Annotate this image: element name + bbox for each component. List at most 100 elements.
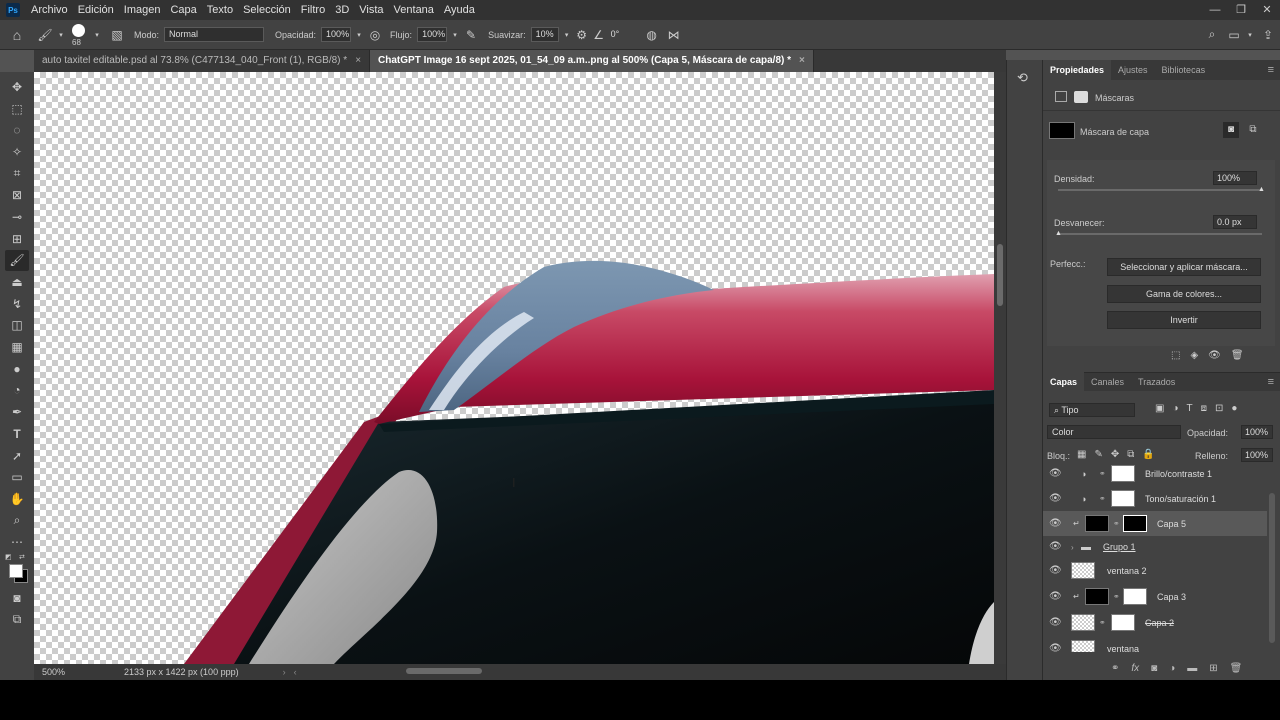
- layer-grupo-1[interactable]: 👁 › ▬ Grupo 1: [1043, 536, 1267, 558]
- density-slider[interactable]: ▲: [1058, 186, 1265, 193]
- workspace-icon[interactable]: ▭: [1224, 28, 1244, 42]
- vector-mask-icon[interactable]: ⧉: [1245, 122, 1261, 138]
- blend-mode-select[interactable]: Color: [1047, 425, 1181, 439]
- link-icon[interactable]: ⚭: [1113, 519, 1120, 528]
- angle-input[interactable]: 0°: [605, 27, 628, 42]
- home-icon[interactable]: ⌂: [0, 27, 34, 43]
- feather-slider[interactable]: ▲: [1055, 230, 1262, 237]
- visibility-eye-icon[interactable]: 👁: [1049, 617, 1062, 629]
- disable-mask-icon[interactable]: 👁: [1208, 350, 1221, 361]
- filter-pixel-icon[interactable]: ▣: [1155, 403, 1164, 414]
- pixel-mask-icon[interactable]: [1055, 91, 1067, 102]
- tab-bibliotecas[interactable]: Bibliotecas: [1155, 60, 1213, 80]
- photoshop-logo-icon[interactable]: Ps: [6, 3, 20, 17]
- visibility-eye-icon[interactable]: 👁: [1049, 565, 1062, 577]
- status-arrow-icon[interactable]: ›: [283, 667, 286, 677]
- chevron-down-icon[interactable]: ▾: [562, 31, 572, 39]
- tab-capas[interactable]: Capas: [1043, 372, 1085, 392]
- fill-input[interactable]: 100%: [1241, 448, 1273, 462]
- lock-all-icon[interactable]: 🔒: [1142, 449, 1154, 460]
- menu-filtro[interactable]: Filtro: [296, 0, 330, 20]
- blur-tool-icon[interactable]: ●: [5, 358, 29, 380]
- pressure-opacity-icon[interactable]: ◎: [364, 28, 386, 42]
- select-mask-icon[interactable]: ◙: [1223, 122, 1239, 138]
- screen-mode-icon[interactable]: ⧉: [5, 609, 29, 631]
- smoothing-gear-icon[interactable]: ⚙: [572, 28, 592, 42]
- visibility-eye-icon[interactable]: 👁: [1049, 643, 1062, 653]
- visibility-eye-icon[interactable]: 👁: [1049, 591, 1062, 603]
- select-and-mask-button[interactable]: Seleccionar y aplicar máscara...: [1107, 258, 1261, 276]
- link-layers-icon[interactable]: ⚭: [1111, 663, 1119, 674]
- chevron-right-icon[interactable]: ›: [1071, 543, 1074, 552]
- brush-preset-picker[interactable]: 68: [66, 20, 92, 50]
- layer-capa-2[interactable]: 👁 ⚭ Capa 2: [1043, 610, 1267, 635]
- link-icon[interactable]: ⚭: [1099, 494, 1106, 503]
- type-tool-icon[interactable]: T: [5, 423, 29, 445]
- brush-tool-icon[interactable]: 🖌: [34, 28, 56, 42]
- zoom-tool-icon[interactable]: ⌕: [5, 510, 29, 532]
- flow-input[interactable]: 100%: [417, 27, 448, 42]
- tab-canales[interactable]: Canales: [1084, 372, 1131, 392]
- new-layer-icon[interactable]: ⊞: [1209, 663, 1217, 674]
- move-tool-icon[interactable]: ✥: [5, 76, 29, 98]
- tab-propiedades[interactable]: Propiedades: [1043, 60, 1112, 80]
- feather-input[interactable]: 0.0 px: [1213, 215, 1257, 229]
- stamp-tool-icon[interactable]: ⏏: [5, 271, 29, 293]
- lasso-tool-icon[interactable]: ◌: [5, 119, 29, 141]
- eraser-tool-icon[interactable]: ◫: [5, 315, 29, 337]
- menu-edicion[interactable]: Edición: [73, 0, 119, 20]
- new-adjustment-icon[interactable]: ◑: [1169, 663, 1175, 674]
- zoom-level[interactable]: 500%: [42, 667, 92, 677]
- horizontal-scroll-thumb[interactable]: [406, 668, 482, 674]
- fx-icon[interactable]: fx: [1131, 663, 1139, 674]
- layer-brillo-contraste[interactable]: 👁 ◑ ⚭ Brillo/contraste 1: [1043, 462, 1267, 486]
- layer-opacity-input[interactable]: 100%: [1241, 425, 1273, 439]
- tab-chatgpt-image[interactable]: ChatGPT Image 16 sept 2025, 01_54_09 a.m…: [370, 50, 814, 72]
- chevron-down-icon[interactable]: ▾: [92, 31, 102, 39]
- layer-ventana[interactable]: 👁 ventana: [1043, 636, 1267, 652]
- slider-handle-icon[interactable]: ▲: [1258, 186, 1265, 193]
- chevron-down-icon[interactable]: ▾: [56, 31, 66, 39]
- menu-ventana[interactable]: Ventana: [389, 0, 439, 20]
- add-mask-icon[interactable]: ◙: [1151, 663, 1157, 674]
- brush-settings-icon[interactable]: ▧: [106, 28, 128, 42]
- chevron-down-icon[interactable]: ▾: [354, 31, 364, 39]
- lock-pixels-icon[interactable]: ✎: [1094, 449, 1102, 460]
- link-icon[interactable]: ⚭: [1099, 618, 1106, 627]
- symmetry-icon[interactable]: ⋈: [663, 28, 685, 42]
- color-range-button[interactable]: Gama de colores...: [1107, 285, 1261, 303]
- menu-3d[interactable]: 3D: [330, 0, 354, 20]
- document-info[interactable]: 2133 px x 1422 px (100 ppp): [124, 667, 239, 677]
- smooth-input[interactable]: 10%: [530, 27, 559, 42]
- tab-trazados[interactable]: Trazados: [1131, 372, 1182, 392]
- visibility-eye-icon[interactable]: 👁: [1049, 518, 1062, 530]
- maximize-icon[interactable]: ❐: [1228, 0, 1254, 20]
- canvas[interactable]: I: [34, 72, 994, 664]
- layer-capa-5[interactable]: 👁 ↵ ⚭ Capa 5: [1043, 511, 1267, 536]
- path-selection-tool-icon[interactable]: ➚: [5, 445, 29, 467]
- new-group-icon[interactable]: ▬: [1187, 663, 1197, 674]
- density-input[interactable]: 100%: [1213, 171, 1257, 185]
- rectangle-tool-icon[interactable]: ▭: [5, 466, 29, 488]
- load-selection-icon[interactable]: ⬚: [1171, 350, 1180, 361]
- menu-texto[interactable]: Texto: [202, 0, 238, 20]
- invert-button[interactable]: Invertir: [1107, 311, 1261, 329]
- more-tools-icon[interactable]: ⋯: [5, 531, 29, 553]
- scroll-thumb[interactable]: [997, 244, 1003, 306]
- share-icon[interactable]: ⇪: [1256, 28, 1280, 42]
- close-icon[interactable]: ✕: [1254, 0, 1280, 20]
- menu-ayuda[interactable]: Ayuda: [439, 0, 480, 20]
- layer-capa-3[interactable]: 👁 ↵ ⚭ Capa 3: [1043, 584, 1267, 609]
- layer-mask-icon[interactable]: [1074, 91, 1088, 103]
- menu-archivo[interactable]: Archivo: [26, 0, 73, 20]
- search-icon[interactable]: ⌕: [1200, 27, 1224, 42]
- minimize-icon[interactable]: —: [1202, 0, 1228, 20]
- hand-tool-icon[interactable]: ✋: [5, 488, 29, 510]
- gradient-tool-icon[interactable]: ▦: [5, 336, 29, 358]
- tab-ajustes[interactable]: Ajustes: [1111, 60, 1155, 80]
- filter-shape-icon[interactable]: ⧈: [1201, 403, 1207, 414]
- tab-auto-taxitel[interactable]: auto taxitel editable.psd al 73.8% (C477…: [34, 50, 371, 72]
- lock-position-icon[interactable]: ✥: [1111, 449, 1119, 460]
- vertical-scrollbar[interactable]: [994, 72, 1006, 664]
- history-panel-icon[interactable]: ⟲: [1017, 70, 1028, 86]
